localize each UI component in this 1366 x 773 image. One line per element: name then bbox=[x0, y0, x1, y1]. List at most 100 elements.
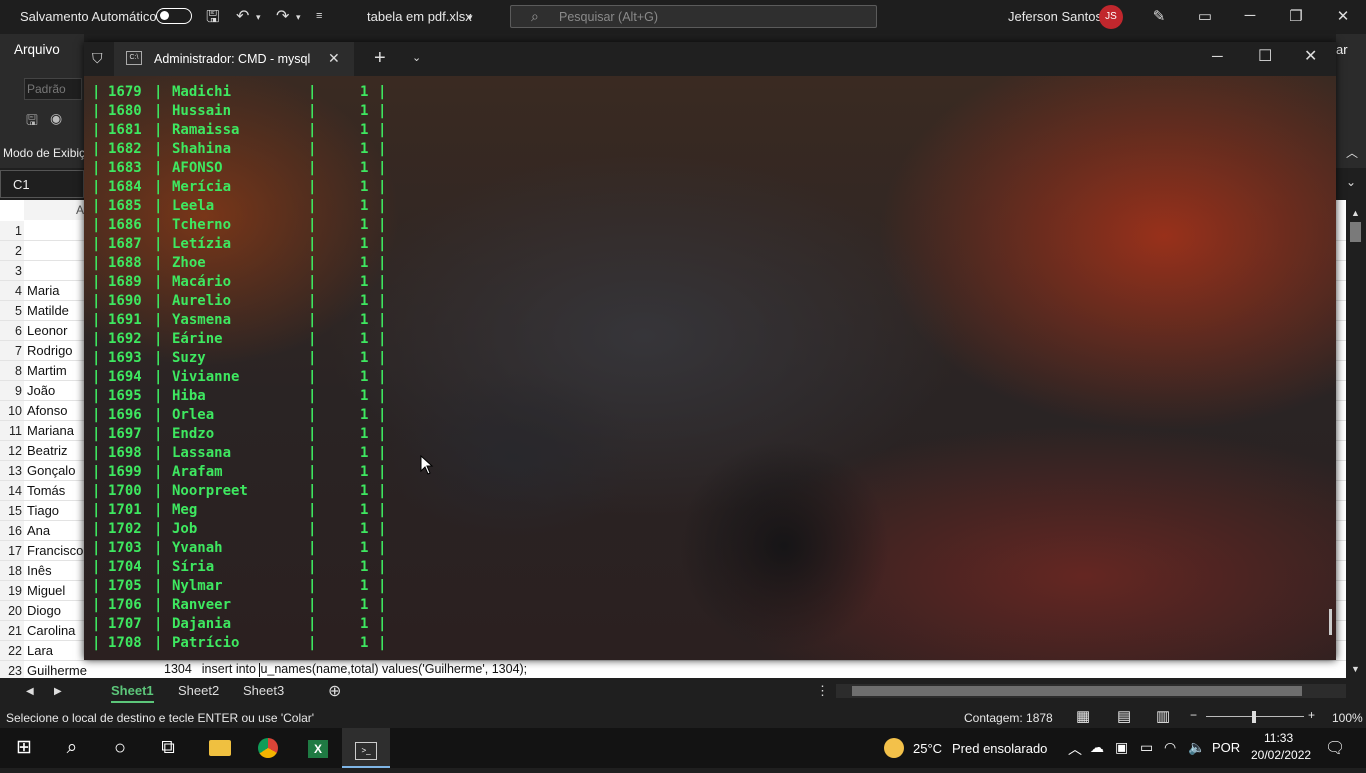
cell-a[interactable]: Afonso bbox=[27, 401, 87, 421]
customize-toolbar-icon[interactable]: ≡ bbox=[316, 10, 322, 22]
cell-a[interactable]: Beatriz bbox=[27, 441, 87, 461]
zoom-in-icon[interactable]: + bbox=[1308, 708, 1315, 722]
language-indicator[interactable]: POR bbox=[1212, 740, 1240, 755]
file-explorer-icon[interactable] bbox=[196, 728, 244, 768]
horizontal-scrollbar[interactable] bbox=[836, 684, 1346, 698]
chrome-icon[interactable] bbox=[244, 728, 292, 768]
file-title[interactable]: tabela em pdf.xlsx bbox=[367, 9, 472, 24]
maximize-icon[interactable]: ☐ bbox=[1258, 46, 1272, 66]
cell-a[interactable]: Francisco bbox=[27, 541, 87, 561]
undo-icon[interactable]: ↶ bbox=[236, 6, 249, 26]
cell-a[interactable]: Inês bbox=[27, 561, 87, 581]
zoom-level[interactable]: 100% bbox=[1332, 711, 1363, 725]
row-header[interactable]: 11 bbox=[0, 421, 24, 441]
row-header[interactable]: 1 bbox=[0, 221, 24, 241]
row-header[interactable]: 7 bbox=[0, 341, 24, 361]
row-header[interactable]: 2 bbox=[0, 241, 24, 261]
cell-a[interactable]: Ana bbox=[27, 521, 87, 541]
cell-a[interactable]: Gonçalo bbox=[27, 461, 87, 481]
save-icon[interactable]: 🖫 bbox=[206, 6, 220, 33]
row-header[interactable]: 20 bbox=[0, 601, 24, 621]
cell-a[interactable]: Maria bbox=[27, 281, 87, 301]
name-box[interactable]: C1 bbox=[0, 170, 84, 198]
row-header[interactable]: 21 bbox=[0, 621, 24, 641]
ribbon-right-fragment[interactable]: ar bbox=[1336, 42, 1348, 57]
column-header-a[interactable]: A bbox=[24, 200, 84, 220]
collapse-ribbon-icon[interactable]: ︿ bbox=[1346, 144, 1358, 161]
cmd-tab[interactable]: C:\ Administrador: CMD - mysql ✕ bbox=[114, 42, 354, 76]
row-header[interactable]: 9 bbox=[0, 381, 24, 401]
cell-a[interactable]: Matilde bbox=[27, 301, 87, 321]
row-header[interactable]: 14 bbox=[0, 481, 24, 501]
next-sheet-icon[interactable]: ▶ bbox=[54, 686, 62, 697]
cell-a[interactable]: Martim bbox=[27, 361, 87, 381]
close-icon[interactable]: ✕ bbox=[1328, 7, 1358, 25]
row-header[interactable]: 15 bbox=[0, 501, 24, 521]
show-hidden-icons-icon[interactable]: ︿ bbox=[1068, 739, 1082, 759]
terminal-taskbar-icon[interactable]: >_ bbox=[342, 728, 390, 768]
count-label[interactable]: Contagem: 1878 bbox=[964, 711, 1053, 725]
task-view-icon[interactable]: ⧉ bbox=[144, 728, 192, 768]
onedrive-icon[interactable]: ☁ bbox=[1090, 739, 1104, 756]
minimize-icon[interactable]: ─ bbox=[1212, 48, 1223, 65]
cell-a[interactable]: Miguel bbox=[27, 581, 87, 601]
cell-a[interactable]: João bbox=[27, 381, 87, 401]
undo-dropdown-icon[interactable]: ▾ bbox=[256, 12, 261, 23]
cell-a[interactable]: Leonor bbox=[27, 321, 87, 341]
notifications-icon[interactable]: 🗨 bbox=[1325, 738, 1345, 758]
redo-icon[interactable]: ↷ bbox=[276, 6, 289, 26]
search-icon[interactable]: ⌕ bbox=[48, 728, 96, 768]
scrollbar-thumb[interactable] bbox=[1350, 222, 1361, 242]
row23-c-post[interactable]: u_names(name,total) values('Guilherme', … bbox=[260, 662, 527, 676]
eye-icon[interactable]: ◉ bbox=[50, 110, 62, 127]
user-name[interactable]: Jeferson Santos bbox=[1008, 9, 1102, 24]
clock-time[interactable]: 11:33 bbox=[1264, 731, 1293, 745]
row-header[interactable]: 16 bbox=[0, 521, 24, 541]
close-tab-icon[interactable]: ✕ bbox=[328, 50, 340, 67]
tab-arquivo[interactable]: Arquivo bbox=[14, 42, 60, 57]
vertical-scrollbar[interactable]: ▲ ▼ bbox=[1346, 208, 1366, 678]
tab-sheet1[interactable]: Sheet1 bbox=[111, 683, 154, 703]
row-header[interactable]: 12 bbox=[0, 441, 24, 461]
search-box[interactable]: ⌕ Pesquisar (Alt+G) bbox=[510, 5, 877, 28]
close-icon[interactable]: ✕ bbox=[1304, 46, 1317, 66]
row-header[interactable]: 4 bbox=[0, 281, 24, 301]
save-icon[interactable]: 🖫 bbox=[26, 110, 38, 134]
redo-dropdown-icon[interactable]: ▾ bbox=[296, 12, 301, 23]
restore-icon[interactable]: ❐ bbox=[1281, 7, 1311, 25]
scroll-up-icon[interactable]: ▲ bbox=[1351, 208, 1360, 218]
add-sheet-icon[interactable]: ⊕ bbox=[328, 681, 341, 701]
file-title-chevron-icon[interactable]: ▾ bbox=[468, 12, 473, 23]
row-header[interactable]: 8 bbox=[0, 361, 24, 381]
formula-bar-expand[interactable]: ⌄ bbox=[1336, 170, 1366, 198]
row-header[interactable]: 6 bbox=[0, 321, 24, 341]
number-format-field[interactable]: Padrão bbox=[24, 78, 82, 100]
tab-sheet2[interactable]: Sheet2 bbox=[178, 683, 219, 698]
volume-icon[interactable]: 🔈 bbox=[1188, 739, 1205, 756]
cell-a[interactable]: Tiago bbox=[27, 501, 87, 521]
page-break-icon[interactable]: ▥ bbox=[1156, 707, 1170, 725]
row23-c-pre[interactable]: insert into bbox=[202, 662, 260, 676]
minimize-icon[interactable]: ─ bbox=[1235, 7, 1265, 24]
temperature[interactable]: 25°C bbox=[913, 741, 942, 756]
cell-a[interactable]: Mariana bbox=[27, 421, 87, 441]
row23-b[interactable]: 1304 bbox=[164, 662, 192, 676]
scroll-down-icon[interactable]: ▼ bbox=[1351, 664, 1360, 674]
windows-start-icon[interactable]: ⊞ bbox=[0, 728, 48, 768]
new-tab-icon[interactable]: + bbox=[374, 47, 386, 70]
cell-a[interactable] bbox=[27, 261, 87, 281]
row-header[interactable]: 13 bbox=[0, 461, 24, 481]
cell-a[interactable]: Diogo bbox=[27, 601, 87, 621]
normal-view-icon[interactable]: ▦ bbox=[1076, 707, 1090, 725]
cortana-icon[interactable]: ○ bbox=[96, 728, 144, 768]
weather-icon[interactable] bbox=[884, 738, 904, 758]
cell-a[interactable]: Rodrigo bbox=[27, 341, 87, 361]
weather-text[interactable]: Pred ensolarado bbox=[952, 741, 1047, 756]
row23-cells[interactable]: 1304 insert into u_names(name,total) val… bbox=[164, 661, 527, 678]
row-header[interactable]: 10 bbox=[0, 401, 24, 421]
view-mode-label[interactable]: Modo de Exibiç bbox=[3, 146, 85, 160]
terminal-output[interactable]: | 1679 | Madichi | 1 | | 1680 | Hussain | 1 | | 1681 | Ra… bbox=[84, 76, 1336, 660]
row-header[interactable]: 22 bbox=[0, 641, 24, 661]
cell-a[interactable]: Carolina bbox=[27, 621, 87, 641]
avatar[interactable]: JS bbox=[1099, 5, 1123, 29]
